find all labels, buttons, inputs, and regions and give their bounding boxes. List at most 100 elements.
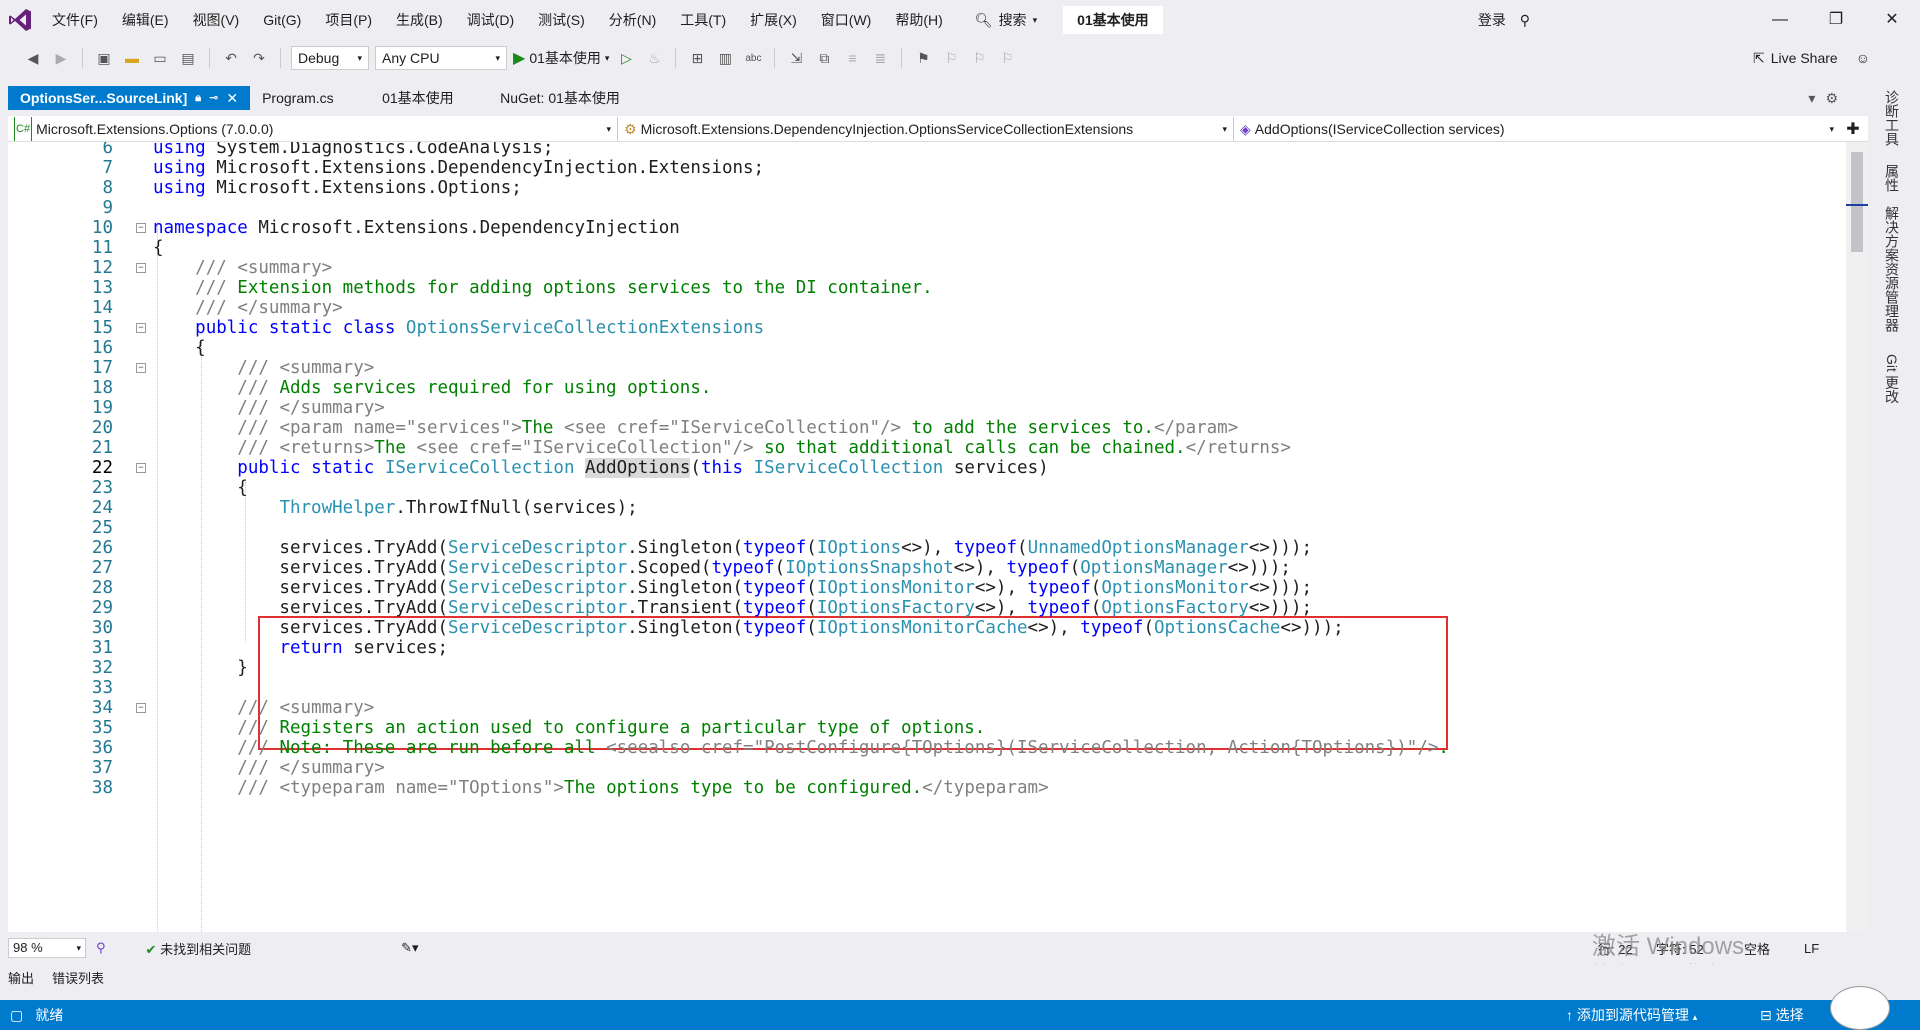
spell-check-icon[interactable]: abc (742, 47, 764, 69)
side-tab-solution-explorer[interactable]: 解决方案资源管理器 (1882, 206, 1902, 332)
feedback-icon[interactable]: ☺ (1856, 40, 1870, 76)
run-target-label: 01基本使用 (529, 50, 601, 66)
type-dropdown[interactable]: ⚙ Microsoft.Extensions.DependencyInjectio… (618, 116, 1234, 141)
menu-item[interactable]: 帮助(H) (883, 0, 954, 40)
minimize-icon[interactable]: — (1752, 0, 1808, 40)
menu-item[interactable]: 编辑(E) (110, 0, 181, 40)
activation-watermark-title: 激活 Windows (1592, 933, 1745, 960)
breakpoints-icon[interactable]: ⧉ (813, 47, 835, 69)
fold-toggle-icon[interactable]: − (136, 703, 146, 713)
pin-icon[interactable]: ⊸ (209, 86, 218, 110)
menu-item[interactable]: 扩展(X) (738, 0, 809, 40)
clear-bookmarks-icon[interactable]: ⚐ (996, 47, 1018, 69)
side-tab-diagnostics[interactable]: 诊断工具 (1882, 90, 1902, 146)
save-icon[interactable]: ▭ (149, 47, 171, 69)
project-dropdown[interactable]: C# Microsoft.Extensions.Options (7.0.0.0)… (8, 116, 618, 141)
fold-toggle-icon[interactable]: − (136, 223, 146, 233)
caret-marker (1846, 204, 1868, 206)
config-select[interactable]: Debug ▾ (291, 46, 369, 70)
mascot-image (1830, 986, 1890, 1030)
split-icon[interactable]: ✚ (1840, 119, 1866, 139)
menu-item[interactable]: 测试(S) (526, 0, 597, 40)
side-tab-properties[interactable]: 属性 (1882, 164, 1902, 192)
forward-icon[interactable]: ▶ (50, 47, 72, 69)
navigation-bar: C# Microsoft.Extensions.Options (7.0.0.0)… (8, 116, 1868, 142)
restore-icon[interactable]: ❐ (1808, 0, 1864, 40)
menu-item[interactable]: 文件(F) (40, 0, 110, 40)
menu-item[interactable]: 生成(B) (384, 0, 455, 40)
scrollbar-thumb[interactable] (1851, 152, 1863, 252)
tab-program-cs[interactable]: Program.cs (250, 86, 371, 110)
login-link[interactable]: 登录 ⚲ (1478, 0, 1530, 40)
menu-item[interactable]: 视图(V) (181, 0, 252, 40)
redo-icon[interactable]: ↷ (248, 47, 270, 69)
settings-icon[interactable]: ⚙ (1825, 90, 1838, 107)
fold-toggle-icon[interactable]: − (136, 363, 146, 373)
live-share-button[interactable]: ⇱ Live Share ☺ (1753, 40, 1870, 76)
menu-item[interactable]: 调试(D) (455, 0, 526, 40)
whitespace-indicator[interactable]: 空格 (1744, 939, 1770, 958)
code-line[interactable]: 38 /// <typeparam name="TOptions">The op… (8, 776, 1846, 801)
account-icon[interactable]: ⚲ (1520, 12, 1530, 28)
tab-label: 01基本使用 (382, 90, 454, 106)
code-editor[interactable]: 6 using System.Diagnostics.CodeAnalysis; 7… (8, 142, 1846, 932)
repo-button[interactable]: ⊟ 选择 (1760, 1005, 1804, 1025)
tab-project[interactable]: 01基本使用 (370, 86, 489, 110)
bookmark-icon[interactable]: ⚑ (912, 47, 934, 69)
prev-bookmark-icon[interactable]: ⚐ (940, 47, 962, 69)
menu-item[interactable]: 项目(P) (313, 0, 384, 40)
menu-item[interactable]: Git(G) (251, 0, 313, 40)
hot-reload-icon[interactable]: ♨ (643, 47, 665, 69)
search-box[interactable]: 🔍︎ 搜索 ▾ (967, 10, 1045, 30)
line-ending-indicator[interactable]: LF (1804, 941, 1819, 956)
next-bookmark-icon[interactable]: ⚐ (968, 47, 990, 69)
zoom-select[interactable]: 98 % ▾ (8, 938, 86, 958)
fold-toggle-icon[interactable]: − (136, 463, 146, 473)
brush-icon[interactable]: ✎▾ (401, 940, 418, 956)
close-icon[interactable]: ✕ (1864, 0, 1920, 40)
share-icon: ⇱ (1753, 50, 1765, 66)
tab-actions: ▾ ⚙ (1808, 86, 1868, 110)
chevron-down-icon: ▾ (1829, 123, 1834, 134)
start-without-debugging-icon[interactable]: ▷ (615, 47, 637, 69)
tab-error-list[interactable]: 错误列表 (52, 968, 104, 987)
chevron-down-icon: ▾ (606, 123, 611, 134)
tab-list-icon[interactable]: ▾ (1808, 90, 1815, 107)
menu-item[interactable]: 窗口(W) (809, 0, 884, 40)
chevron-down-icon: ▾ (495, 53, 500, 63)
menu-item[interactable]: 分析(N) (597, 0, 668, 40)
browse-icon[interactable]: ⊞ (686, 47, 708, 69)
new-project-icon[interactable]: ▣ (93, 47, 115, 69)
tab-nuget[interactable]: NuGet: 01基本使用 (488, 86, 669, 110)
chevron-down-icon: ▾ (604, 52, 610, 63)
source-control-button[interactable]: ↑ 添加到源代码管理 ▴ (1566, 1005, 1697, 1025)
menu-item[interactable]: 工具(T) (668, 0, 738, 40)
run-button[interactable]: ▶ 01基本使用 ▾ (513, 48, 609, 68)
undo-icon[interactable]: ↶ (220, 47, 242, 69)
tab-options-source[interactable]: OptionsSer...SourceLink] 🔒︎ ⊸ ✕ (8, 86, 251, 110)
side-tab-git-changes[interactable]: Git 更改 (1882, 354, 1902, 404)
layout-icon[interactable]: ▥ (714, 47, 736, 69)
comment-icon[interactable]: ≡ (841, 47, 863, 69)
open-folder-icon[interactable]: ▬ (121, 47, 143, 69)
csharp-project-icon: C# (14, 116, 33, 141)
side-tool-tabs: 诊断工具 属性 解决方案资源管理器 Git 更改 (1868, 86, 1920, 996)
vertical-scrollbar[interactable] (1846, 142, 1868, 932)
fold-toggle-icon[interactable]: − (136, 263, 146, 273)
member-dropdown[interactable]: ◈ AddOptions(IServiceCollection services)… (1234, 117, 1840, 141)
visual-studio-logo-icon[interactable] (0, 0, 40, 40)
intellicode-icon[interactable]: ⚲ (96, 940, 106, 956)
save-all-icon[interactable]: ▤ (177, 47, 199, 69)
back-icon[interactable]: ◀ (22, 47, 44, 69)
tab-output[interactable]: 输出 (8, 968, 34, 987)
close-icon[interactable]: ✕ (226, 86, 238, 110)
platform-value: Any CPU (382, 50, 440, 66)
member-label: AddOptions(IServiceCollection services) (1254, 120, 1505, 137)
tab-label: NuGet: 01基本使用 (500, 90, 620, 106)
repo-label: 选择 (1775, 1007, 1804, 1023)
uncomment-icon[interactable]: ≣ (869, 47, 891, 69)
step-icon[interactable]: ⇲ (785, 47, 807, 69)
fold-toggle-icon[interactable]: − (136, 323, 146, 333)
issues-indicator[interactable]: ✔ 未找到相关问题 (146, 939, 252, 958)
platform-select[interactable]: Any CPU ▾ (375, 46, 507, 70)
